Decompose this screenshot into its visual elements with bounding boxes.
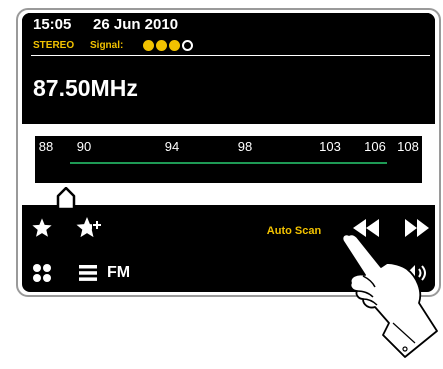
star-icon	[31, 217, 52, 237]
stereo-indicator: STEREO	[33, 40, 75, 51]
scale-label-106: 106	[364, 139, 386, 154]
scale-label-103: 103	[319, 139, 341, 154]
pointing-hand-icon	[341, 233, 438, 358]
star-plus-icon	[76, 216, 102, 237]
source-label: FM	[107, 264, 131, 281]
scale-label-90: 90	[76, 139, 92, 154]
tuner-scale-panel[interactable]: 88 90 94 98 103 106 108	[22, 124, 435, 211]
auto-scan-button[interactable]: Auto Scan	[258, 219, 330, 243]
status-divider	[31, 55, 430, 56]
fm-band-line	[70, 162, 387, 164]
menu-grid-button[interactable]	[26, 257, 57, 289]
auto-scan-label: Auto Scan	[266, 225, 322, 237]
source-select-button[interactable]: FM	[68, 257, 320, 289]
signal-dot	[143, 40, 154, 51]
list-menu-icon	[79, 265, 97, 281]
scale-label-108: 108	[397, 139, 419, 154]
scale-label-94: 94	[164, 139, 180, 154]
grid-menu-icon	[32, 264, 51, 282]
frequency-readout: 87.50MHz	[33, 75, 138, 101]
scale-label-98: 98	[237, 139, 253, 154]
signal-strength-meter	[143, 40, 193, 52]
add-favourite-button[interactable]	[68, 211, 110, 244]
tuning-dial: 88 90 94 98 103 106 108	[35, 136, 422, 183]
display-panel: 15:05 26 Jun 2010 STEREO Signal: 87.50MH…	[22, 13, 435, 124]
clock-time: 15:05	[33, 16, 72, 33]
favourite-button[interactable]	[26, 211, 57, 244]
clock-date: 26 Jun 2010	[93, 16, 179, 33]
signal-dot	[156, 40, 167, 51]
signal-dot	[182, 40, 193, 51]
tuning-needle[interactable]	[56, 187, 76, 211]
signal-dot	[169, 40, 180, 51]
scale-label-88: 88	[38, 139, 54, 154]
signal-label: Signal:	[90, 40, 124, 51]
